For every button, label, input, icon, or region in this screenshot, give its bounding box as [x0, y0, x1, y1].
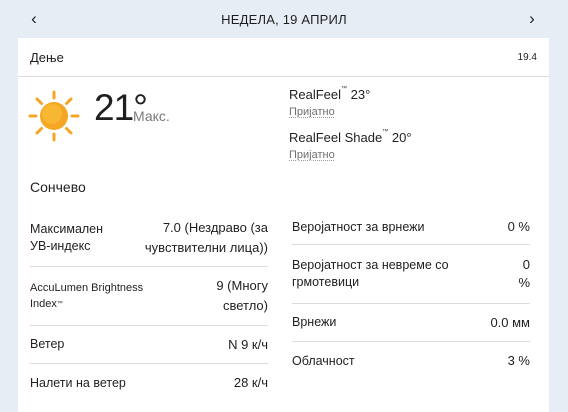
- detail-value: N 9 к/ч: [228, 336, 268, 352]
- detail-row-cloud-cover: Облачност 3 %: [292, 342, 530, 380]
- temperature-label: Макс.: [133, 108, 170, 124]
- detail-label: Максимален УВ-индекс: [30, 222, 104, 253]
- card-header: Дење 19.4: [18, 38, 549, 77]
- date-navigation-bar: ‹ НЕДЕЛА, 19 АПРИЛ ›: [0, 0, 568, 38]
- weather-phrase: Сончево: [30, 179, 86, 195]
- detail-label: AccuLumen Brightness Index™: [30, 280, 165, 312]
- detail-row-wind: Ветер N 9 к/ч: [30, 326, 268, 364]
- detail-row-wind-gusts: Налети на ветер 28 к/ч: [30, 364, 268, 402]
- sun-icon: [28, 90, 80, 142]
- period-title: Дење: [30, 49, 64, 65]
- date-title: НЕДЕЛА, 19 АПРИЛ: [221, 11, 347, 27]
- realfeel-shade-value: 20°: [391, 130, 412, 145]
- detail-row-uv-index: Максимален УВ-индекс 7.0 (Нездраво (за ч…: [30, 210, 268, 267]
- detail-value: 7.0 (Нездраво (за чувствителни лица)): [144, 220, 268, 255]
- realfeel-name: RealFeel: [289, 87, 342, 102]
- detail-value: 9 (Многу светло): [216, 278, 268, 313]
- current-conditions: 21° Макс. RealFeel™ 23° Пријатно RealFee…: [18, 77, 549, 177]
- detail-value: 0.0 мм: [490, 314, 530, 330]
- realfeel-shade-block: RealFeel Shade™ 20° Пријатно: [289, 129, 412, 163]
- realfeel-shade-name: RealFeel Shade: [289, 130, 383, 145]
- detail-label: Облачност: [292, 353, 355, 368]
- detail-value: 0 %: [507, 219, 530, 234]
- detail-label-text: AccuLumen Brightness Index: [30, 282, 144, 310]
- detail-label: Врнежи: [292, 315, 337, 329]
- realfeel-block: RealFeel™ 23° Пријатно: [289, 86, 371, 120]
- trademark-mark: ™: [382, 129, 389, 135]
- details-right-column: Веројатност за врнежи 0 % Веројатност за…: [292, 210, 530, 380]
- detail-value: 0 %: [518, 257, 530, 290]
- detail-label: Ветер: [30, 337, 65, 351]
- detail-row-thunderstorm-probability: Веројатност за невреме со грмотевици 0 %: [292, 245, 530, 304]
- trademark-mark: ™: [341, 86, 348, 92]
- daily-forecast-card: Дење 19.4 21° Макс. RealFeel™ 23° Пријат…: [18, 38, 549, 412]
- realfeel-value: 23°: [350, 87, 371, 102]
- detail-row-brightness: AccuLumen Brightness Index™ 9 (Многу све…: [30, 267, 268, 326]
- detail-row-precipitation: Врнежи 0.0 мм: [292, 304, 530, 342]
- realfeel-phrase[interactable]: Пријатно: [289, 106, 335, 118]
- detail-label: Налети на ветер: [30, 375, 126, 390]
- detail-value: 28 к/ч: [233, 375, 268, 390]
- detail-row-precip-probability: Веројатност за врнежи 0 %: [292, 210, 530, 245]
- trademark-mark: ™: [56, 301, 63, 307]
- detail-label: Веројатност за невреме со грмотевици: [292, 258, 449, 289]
- short-date: 19.4: [517, 51, 537, 63]
- chevron-right-icon[interactable]: ›: [522, 9, 542, 29]
- realfeel-title: RealFeel™ 23°: [289, 86, 371, 102]
- realfeel-shade-phrase[interactable]: Пријатно: [289, 149, 335, 161]
- detail-label: Веројатност за врнежи: [292, 219, 425, 234]
- detail-value: 3 %: [507, 353, 530, 368]
- details-left-column: Максимален УВ-индекс 7.0 (Нездраво (за ч…: [30, 210, 268, 402]
- chevron-left-icon[interactable]: ‹: [24, 9, 44, 29]
- realfeel-shade-title: RealFeel Shade™ 20°: [289, 129, 412, 145]
